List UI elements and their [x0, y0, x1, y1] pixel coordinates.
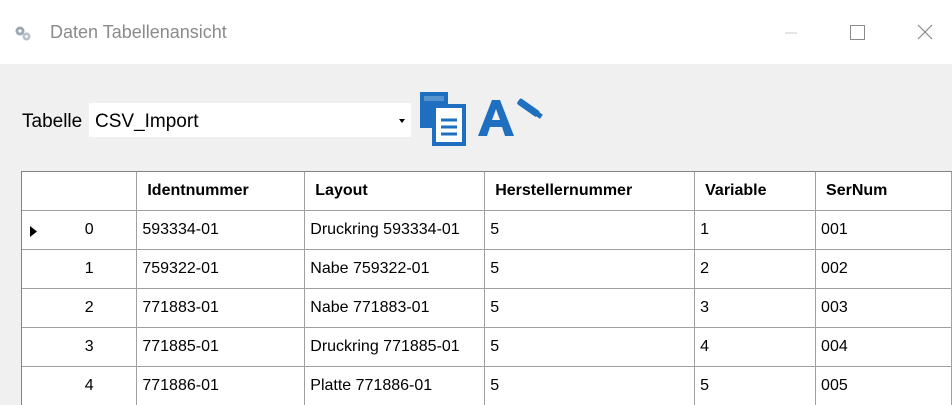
row-header[interactable]: 0 — [22, 210, 138, 250]
table-select[interactable]: CSV_Import — [89, 103, 411, 137]
cell-identnummer[interactable]: 771883-01 — [136, 288, 306, 328]
cell-herstellernummer[interactable]: 5 — [484, 288, 696, 328]
table-row[interactable]: 1 759322-01 Nabe 759322-01 5 2 002 — [22, 249, 952, 289]
row-index: 4 — [84, 376, 94, 394]
column-header-sernum[interactable]: SerNum — [815, 172, 952, 211]
cell-variable[interactable]: 3 — [694, 288, 817, 328]
gears-icon — [15, 26, 31, 41]
minimize-icon — [785, 32, 797, 34]
table-row[interactable]: 0 593334-01 Druckring 593334-01 5 1 001 — [22, 210, 952, 250]
cell-herstellernummer[interactable]: 5 — [484, 249, 696, 289]
cell-variable[interactable]: 4 — [694, 327, 817, 367]
cell-layout[interactable]: Nabe 771883-01 — [304, 288, 486, 328]
cell-sernum[interactable]: 003 — [815, 288, 952, 328]
copy-icon — [420, 92, 466, 146]
cell-variable[interactable]: 1 — [694, 210, 817, 250]
cell-layout[interactable]: Nabe 759322-01 — [304, 249, 486, 289]
close-button[interactable] — [906, 16, 946, 48]
close-icon — [917, 24, 933, 40]
table-row[interactable]: 3 771885-01 Druckring 771885-01 5 4 004 — [22, 327, 952, 367]
row-header[interactable]: 2 — [22, 288, 138, 328]
data-table: Identnummer Layout Herstellernummer Vari… — [22, 172, 952, 405]
column-header-layout[interactable]: Layout — [304, 172, 486, 211]
data-grid[interactable]: Identnummer Layout Herstellernummer Vari… — [21, 171, 952, 405]
header-row: Identnummer Layout Herstellernummer Vari… — [22, 172, 952, 211]
chevron-down-icon — [399, 119, 405, 123]
column-header-variable[interactable]: Variable — [694, 172, 817, 211]
cell-herstellernummer[interactable]: 5 — [484, 327, 696, 367]
cell-identnummer[interactable]: 593334-01 — [136, 210, 306, 250]
table-row[interactable]: 4 771886-01 Platte 771886-01 5 5 005 — [22, 366, 952, 405]
row-header[interactable]: 3 — [22, 327, 138, 367]
title-bar: Daten Tabellenansicht — [0, 0, 952, 64]
cell-identnummer[interactable]: 771886-01 — [136, 366, 306, 405]
table-label: Tabelle — [22, 111, 83, 132]
cell-sernum[interactable]: 001 — [815, 210, 952, 250]
cell-layout[interactable]: Druckring 593334-01 — [304, 210, 486, 250]
font-format-button[interactable] — [476, 94, 546, 138]
row-header-corner[interactable] — [22, 172, 138, 211]
row-index: 2 — [84, 298, 94, 316]
cell-herstellernummer[interactable]: 5 — [484, 366, 696, 405]
table-select-value: CSV_Import — [95, 111, 199, 132]
minimize-button[interactable] — [771, 16, 811, 48]
row-index: 3 — [84, 337, 94, 355]
maximize-button[interactable] — [836, 16, 876, 48]
table-row[interactable]: 2 771883-01 Nabe 771883-01 5 3 003 — [22, 288, 952, 328]
column-header-identnummer[interactable]: Identnummer — [136, 172, 306, 211]
column-header-herstellernummer[interactable]: Herstellernummer — [484, 172, 696, 211]
window-title: Daten Tabellenansicht — [50, 22, 227, 42]
cell-layout[interactable]: Platte 771886-01 — [304, 366, 486, 405]
cell-identnummer[interactable]: 759322-01 — [136, 249, 306, 289]
row-index: 1 — [84, 259, 94, 277]
row-index: 0 — [84, 220, 94, 238]
cell-sernum[interactable]: 002 — [815, 249, 952, 289]
row-header[interactable]: 1 — [22, 249, 138, 289]
cell-variable[interactable]: 5 — [694, 366, 817, 405]
row-header[interactable]: 4 — [22, 366, 138, 405]
cell-sernum[interactable]: 004 — [815, 327, 952, 367]
cell-variable[interactable]: 2 — [694, 249, 817, 289]
cell-herstellernummer[interactable]: 5 — [484, 210, 696, 250]
maximize-icon — [850, 25, 865, 40]
current-row-arrow-icon — [30, 225, 37, 237]
cell-sernum[interactable]: 005 — [815, 366, 952, 405]
cell-layout[interactable]: Druckring 771885-01 — [304, 327, 486, 367]
cell-identnummer[interactable]: 771885-01 — [136, 327, 306, 367]
font-format-icon — [478, 98, 543, 136]
copy-button[interactable] — [418, 90, 470, 146]
